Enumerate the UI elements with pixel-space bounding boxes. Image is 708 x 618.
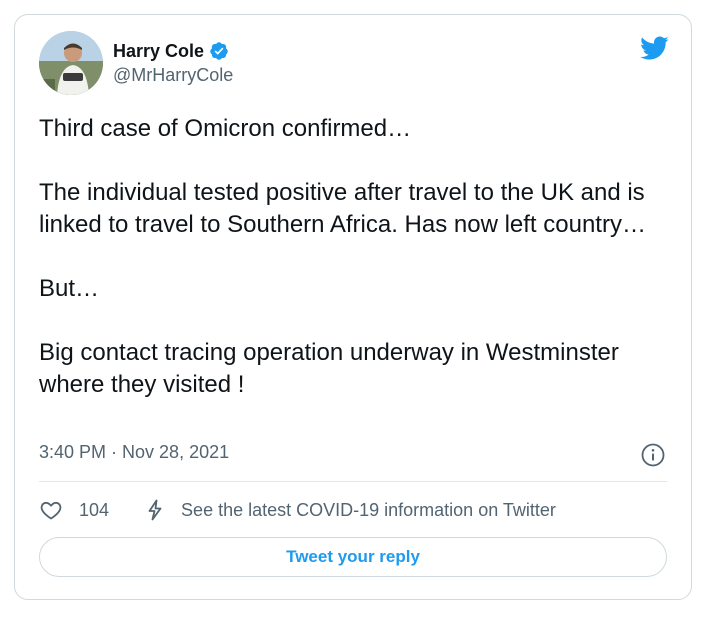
author-name[interactable]: Harry Cole [113,41,204,62]
heart-icon [40,501,62,520]
twitter-bird-icon[interactable] [639,35,669,61]
like-count: 104 [79,499,110,520]
divider [39,481,667,482]
info-icon[interactable] [641,443,665,467]
tweet-spacer [39,241,679,273]
tweet-card: Harry Cole @MrHarryCole Third case of Om… [14,14,692,600]
tweet-paragraph: Big contact tracing operation underway i… [39,339,619,398]
tweet-paragraph: Third case of Omicron confirmed… [39,115,412,142]
author-row: Harry Cole [113,39,229,63]
covid-info-text: See the latest COVID-19 information on T… [181,499,556,520]
tweet-spacer [39,145,679,177]
tweet-text: Third case of Omicron confirmed… The ind… [39,113,679,401]
verified-badge-icon [210,42,228,60]
like-button[interactable]: 104 [39,498,109,522]
covid-info-link[interactable]: See the latest COVID-19 information on T… [143,498,556,522]
tweet-spacer [39,305,679,337]
lightning-bolt-icon [148,499,162,521]
author-handle[interactable]: @MrHarryCole [113,65,233,86]
avatar[interactable] [39,31,103,95]
tweet-paragraph: But… [39,275,100,302]
tweet-timestamp[interactable]: 3:40 PM · Nov 28, 2021 [39,442,229,463]
tweet-paragraph: The individual tested positive after tra… [39,179,646,238]
action-bar: 104 See the latest COVID-19 information … [39,495,556,525]
tweet-reply-button[interactable]: Tweet your reply [39,537,667,577]
